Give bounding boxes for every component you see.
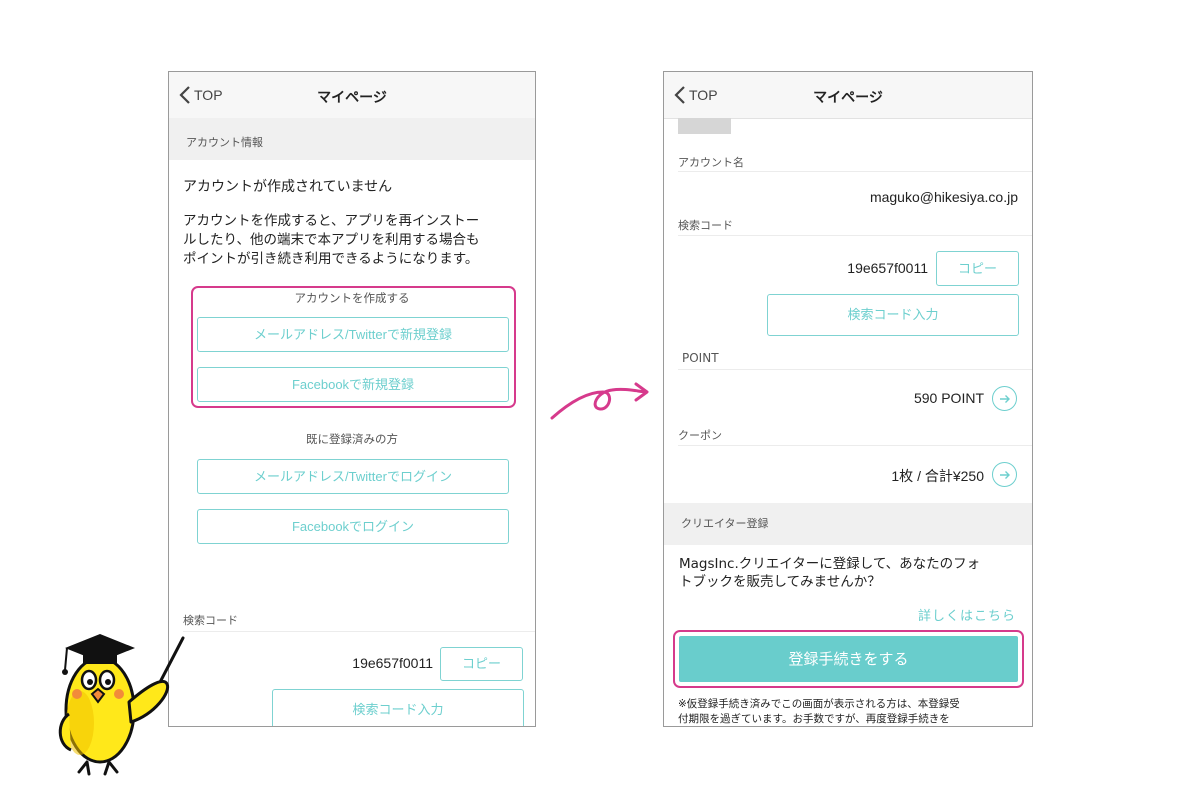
- coupon-detail-button[interactable]: [992, 462, 1017, 487]
- account-description: アカウントを作成すると、アプリを再インストー ルしたり、他の端末で本アプリを利用…: [183, 213, 480, 267]
- point-label: POINT: [682, 351, 719, 365]
- nav-bar: TOP マイページ: [169, 72, 535, 119]
- page-title: マイページ: [317, 90, 387, 106]
- section-header-account: アカウント情報: [169, 118, 535, 160]
- register-creator-button[interactable]: 登録手続きをする: [679, 636, 1018, 682]
- placeholder-block: [678, 118, 731, 134]
- transition-arrow-icon: [550, 382, 649, 420]
- nav-bar: TOP マイページ: [664, 72, 1032, 119]
- register-email-twitter-button[interactable]: メールアドレス/Twitterで新規登録: [197, 317, 509, 352]
- notice-text: ※仮登録手続き済みでこの画面が表示される方は、本登録受 付期限を過ぎています。お…: [678, 698, 960, 725]
- right-phone-screen: TOP マイページ アカウント名 maguko@hikesiya.co.jp 検…: [663, 71, 1033, 727]
- account-name-value: maguko@hikesiya.co.jp: [869, 189, 1018, 205]
- divider: [678, 171, 1032, 172]
- coupon-label: クーポン: [678, 429, 722, 442]
- page-title: マイページ: [813, 90, 883, 106]
- account-name-label: アカウント名: [678, 156, 744, 169]
- search-code-value: 19e657f0011: [352, 655, 433, 671]
- point-detail-button[interactable]: [992, 386, 1017, 411]
- chick-mascot-illustration: [58, 634, 185, 776]
- login-email-twitter-button[interactable]: メールアドレス/Twitterでログイン: [197, 459, 509, 494]
- details-link[interactable]: 詳しくはこちら: [918, 605, 1016, 624]
- account-status-text: アカウントが作成されていません: [183, 179, 393, 195]
- point-value: 590 POINT: [913, 390, 984, 406]
- search-code-input-button[interactable]: 検索コード入力: [767, 294, 1019, 336]
- divider: [678, 235, 1032, 236]
- copy-button[interactable]: コピー: [440, 647, 523, 681]
- section-header-creator: クリエイター登録: [664, 503, 1032, 545]
- search-code-input-button[interactable]: 検索コード入力: [272, 689, 524, 726]
- divider: [183, 631, 535, 632]
- creator-description: MagsInc.クリエイターに登録して、あなたのフォ トブックを販売してみません…: [679, 556, 981, 590]
- divider: [678, 369, 1032, 370]
- arrow-right-icon: [999, 470, 1010, 479]
- coupon-value: 1枚 / 合計¥250: [891, 468, 984, 484]
- divider: [678, 445, 1032, 446]
- arrow-right-icon: [999, 394, 1010, 403]
- create-account-label: アカウントを作成する: [294, 291, 410, 305]
- copy-button[interactable]: コピー: [936, 251, 1019, 286]
- search-code-label: 検索コード: [678, 219, 733, 232]
- left-phone-screen: TOP マイページ アカウント情報 アカウントが作成されていません アカウントを…: [168, 71, 536, 727]
- register-facebook-button[interactable]: Facebookで新規登録: [197, 367, 509, 402]
- login-facebook-button[interactable]: Facebookでログイン: [197, 509, 509, 544]
- search-code-value: 19e657f0011: [847, 260, 928, 276]
- already-registered-label: 既に登録済みの方: [306, 432, 398, 446]
